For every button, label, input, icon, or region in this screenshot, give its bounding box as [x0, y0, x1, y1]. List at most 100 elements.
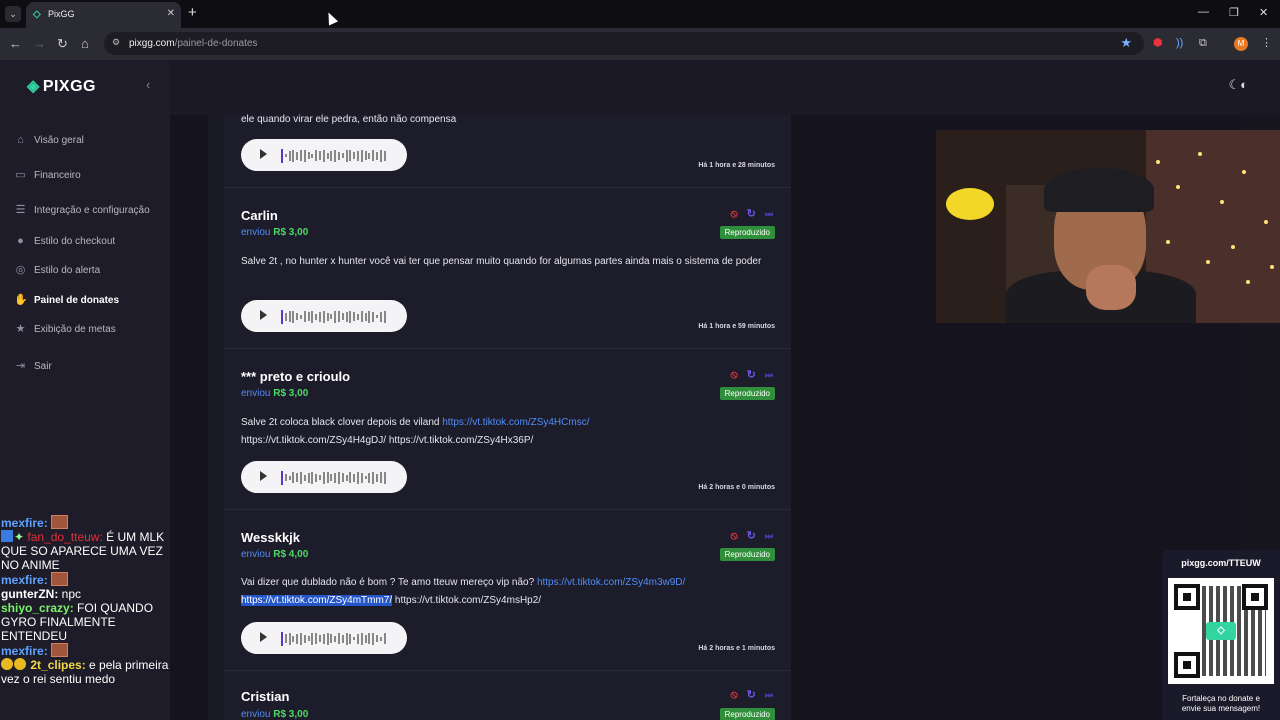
audio-player[interactable] [241, 139, 407, 171]
waveform-bar [375, 635, 378, 643]
audio-player[interactable] [241, 300, 407, 332]
sidebar-item-exibicao-metas[interactable]: ★ Exibição de metas [14, 320, 116, 338]
profile-avatar[interactable]: M [1234, 37, 1248, 51]
message-link[interactable]: https://vt.tiktok.com/ZSy4m3w9D/ [537, 577, 685, 588]
theme-toggle-moon-icon[interactable]: ☾◐ [1228, 77, 1248, 93]
skip-icon[interactable]: ⏭ [765, 208, 773, 220]
waveform-bar [379, 636, 382, 641]
block-icon[interactable]: ⦸ [730, 208, 737, 220]
playhead[interactable] [281, 148, 283, 163]
donate-hand-icon: ✋ [14, 293, 28, 306]
cam-lamp [946, 188, 994, 220]
cam-person-hand [1086, 265, 1136, 310]
sidebar-item-estilo-alerta[interactable]: ◎ Estilo do alerta [14, 261, 100, 279]
waveform-bar [356, 633, 359, 644]
donation-card: ele quando virar ele pedra, então não co… [224, 114, 791, 188]
block-icon[interactable]: ⦸ [730, 530, 737, 542]
play-icon[interactable] [260, 310, 267, 320]
extensions-puzzle-icon[interactable]: ⧉ [1199, 36, 1207, 50]
waveform-bar [375, 473, 378, 482]
audio-player[interactable] [241, 622, 407, 654]
pixgg-logo-icon: ◇ [1206, 622, 1236, 640]
document-icon: ☰ [15, 203, 26, 216]
waveform-bar [383, 150, 386, 161]
home-icon[interactable]: ⌂ [81, 36, 89, 52]
playhead[interactable] [281, 309, 283, 324]
playhead[interactable] [281, 631, 283, 646]
restore-icon[interactable]: ❐ [1229, 6, 1239, 19]
sidebar-item-visao-geral[interactable]: ⌂ Visão geral [14, 131, 84, 149]
tab-search-chevron-icon[interactable]: ⌄ [5, 6, 21, 22]
block-icon[interactable]: ⦸ [730, 689, 737, 701]
waveform-bar [299, 150, 302, 162]
waveform-bar [345, 632, 348, 645]
waveform-bar [356, 471, 359, 484]
star-icon: ★ [15, 322, 26, 335]
tab-close-icon[interactable]: ✕ [167, 8, 175, 19]
waveform-bar [315, 473, 318, 482]
extension-shield-icon[interactable]: ⬢ [1153, 36, 1163, 50]
audio-waveform[interactable] [281, 469, 396, 485]
audio-waveform[interactable] [281, 308, 396, 324]
close-window-icon[interactable]: ✕ [1259, 6, 1268, 19]
waveform-bar [375, 151, 378, 160]
tab-title: PixGG [48, 9, 75, 19]
donation-card: Wesskkjk enviou R$ 4,00 ⦸ ↻ ⏭ Reproduzid… [224, 510, 791, 671]
waveform-bar [292, 472, 295, 484]
back-arrow-icon[interactable]: ← [9, 36, 22, 52]
new-tab-plus-icon[interactable]: + [188, 5, 197, 21]
waveform-bar [315, 633, 318, 645]
bookmark-star-icon[interactable]: ★ [1120, 35, 1132, 51]
replay-icon[interactable]: ↻ [747, 689, 756, 701]
selected-link[interactable]: https://vt.tiktok.com/ZSy4mTmm7/ [241, 594, 393, 606]
site-info-icon[interactable]: ⚙ [112, 37, 120, 48]
emote-icon [51, 572, 69, 586]
wallet-icon: ▭ [15, 168, 26, 181]
extension-wave-icon[interactable]: )) [1176, 36, 1183, 50]
audio-waveform[interactable] [281, 630, 396, 646]
playhead[interactable] [281, 470, 283, 485]
waveform-bar [288, 150, 291, 161]
minimize-icon[interactable]: — [1198, 6, 1209, 18]
block-icon[interactable]: ⦸ [730, 369, 737, 381]
replay-icon[interactable]: ↻ [747, 530, 756, 542]
url-bar[interactable]: ⚙ pixgg.com/painel-de-donates ★ [104, 32, 1144, 55]
skip-icon[interactable]: ⏭ [765, 530, 773, 542]
palette-icon: ◎ [15, 263, 26, 276]
skip-icon[interactable]: ⏭ [765, 369, 773, 381]
replay-icon[interactable]: ↻ [747, 208, 756, 220]
waveform-bar [322, 633, 325, 644]
collapse-sidebar-chevron-icon[interactable]: ‹ [146, 77, 150, 92]
sidebar-item-financeiro[interactable]: ▭ Financeiro [14, 166, 80, 184]
message-link[interactable]: https://vt.tiktok.com/ZSy4HCmsc/ [442, 417, 589, 428]
stream-chat: mexfire: ✦ fan_do_tteuw: É UM MLK QUE SO… [0, 515, 172, 720]
browser-tab[interactable]: ◇ PixGG ✕ [26, 2, 181, 28]
sidebar-item-integracao[interactable]: ☰ Integração e configuração [14, 201, 150, 219]
reload-icon[interactable]: ↻ [57, 36, 68, 52]
chat-message: gunterZN: npc [1, 587, 82, 601]
browser-menu-icon[interactable]: ⋮ [1261, 36, 1272, 50]
audio-player[interactable] [241, 461, 407, 493]
play-icon[interactable] [260, 471, 267, 481]
waveform-bar [368, 633, 371, 645]
waveform-bar [299, 471, 302, 484]
pixgg-logo[interactable]: ◈ PIXGG [27, 76, 96, 96]
skip-icon[interactable]: ⏭ [765, 689, 773, 701]
sidebar-item-painel-donates[interactable]: ✋ Painel de donates [14, 291, 119, 309]
url-text[interactable]: pixgg.com/painel-de-donates [129, 38, 257, 49]
audio-waveform[interactable] [281, 147, 396, 163]
waveform-bar [330, 314, 333, 320]
forward-arrow-icon[interactable]: → [33, 36, 46, 52]
qr-code: ◇ [1168, 578, 1274, 684]
waveform-bar [383, 310, 386, 323]
play-icon[interactable] [260, 632, 267, 642]
sidebar-item-estilo-checkout[interactable]: ● Estilo do checkout [14, 232, 115, 250]
waveform-bar [368, 152, 371, 159]
sidebar-item-sair[interactable]: ⇥ Sair [14, 357, 52, 375]
waveform-bar [341, 313, 344, 321]
play-icon[interactable] [260, 149, 267, 159]
waveform-bar [337, 633, 340, 645]
waveform-bar [353, 312, 356, 322]
donation-amount: enviou R$ 3,00 [241, 388, 309, 399]
replay-icon[interactable]: ↻ [747, 369, 756, 381]
